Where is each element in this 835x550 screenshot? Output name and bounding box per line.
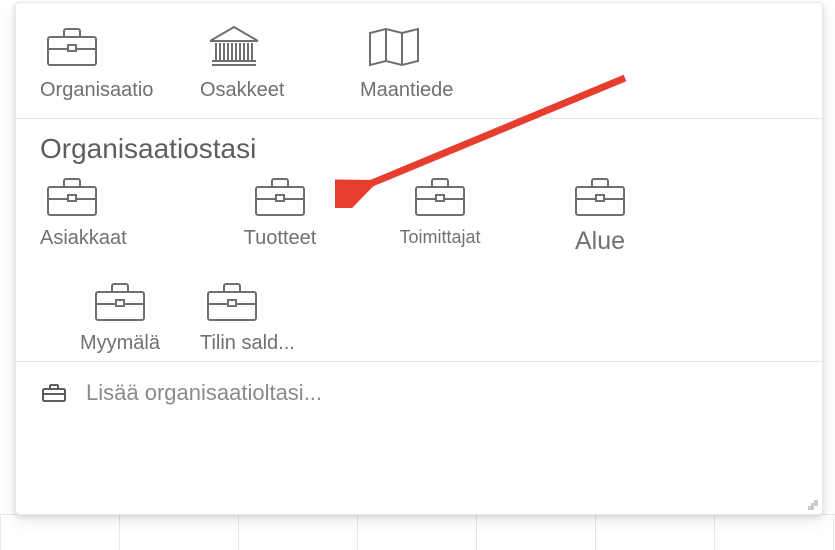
category-label: Osakkeet bbox=[200, 79, 284, 102]
org-item-myymala[interactable]: Myymälä bbox=[40, 278, 200, 355]
category-label: Maantiede bbox=[360, 79, 453, 102]
category-label: Organisaatio bbox=[40, 79, 153, 102]
org-item-label: Toimittajat bbox=[399, 227, 480, 248]
org-item-label: Alue bbox=[575, 227, 625, 256]
org-item-label: Asiakkaat bbox=[40, 227, 127, 250]
category-osakkeet[interactable]: Osakkeet bbox=[200, 21, 360, 102]
briefcase-icon bbox=[40, 21, 104, 69]
briefcase-icon bbox=[568, 173, 632, 217]
section-title: Organisaatiostasi bbox=[16, 119, 822, 167]
org-item-asiakkaat[interactable]: Asiakkaat bbox=[40, 173, 200, 256]
org-item-label: Tilin sald... bbox=[200, 332, 295, 355]
category-organisaatio[interactable]: Organisaatio bbox=[40, 21, 200, 102]
briefcase-icon bbox=[408, 173, 472, 217]
org-item-toimittajat[interactable]: Toimittajat bbox=[360, 173, 520, 256]
org-item-tilin-saldo[interactable]: Tilin sald... bbox=[200, 278, 360, 355]
org-item-tuotteet[interactable]: Tuotteet bbox=[200, 173, 360, 256]
briefcase-icon bbox=[200, 278, 264, 322]
briefcase-icon bbox=[40, 381, 68, 405]
gallery-popup: Organisaatio Osakkeet Maantiede Organisa… bbox=[15, 2, 823, 515]
org-item-label: Tuotteet bbox=[244, 227, 317, 250]
resize-handle[interactable] bbox=[806, 498, 818, 510]
briefcase-icon bbox=[88, 278, 152, 322]
org-item-alue[interactable]: Alue bbox=[520, 173, 680, 256]
category-row: Organisaatio Osakkeet Maantiede bbox=[16, 3, 822, 119]
building-icon bbox=[200, 21, 264, 69]
org-items-row: Asiakkaat Tuotteet Toimittajat Alue Myym… bbox=[16, 167, 822, 361]
add-from-organization[interactable]: Lisää organisaatioltasi... bbox=[16, 361, 822, 424]
briefcase-icon bbox=[248, 173, 312, 217]
briefcase-icon bbox=[40, 173, 104, 217]
map-icon bbox=[360, 21, 424, 69]
category-maantiede[interactable]: Maantiede bbox=[360, 21, 520, 102]
spreadsheet-grid bbox=[0, 514, 835, 550]
footer-label: Lisää organisaatioltasi... bbox=[86, 380, 322, 406]
org-item-label: Myymälä bbox=[80, 332, 160, 355]
